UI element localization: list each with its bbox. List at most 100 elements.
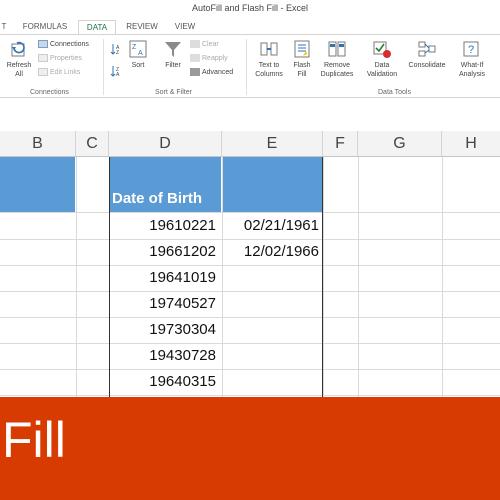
remove-duplicates-icon <box>328 41 346 57</box>
properties-icon <box>38 54 48 63</box>
refresh-all-label: Refresh All <box>6 62 32 78</box>
flash-fill-button[interactable]: Flash Fill <box>290 39 314 79</box>
group-separator <box>246 39 247 95</box>
sort-button[interactable]: Z A Sort <box>126 39 150 70</box>
tab-view[interactable]: VIEW <box>168 20 202 34</box>
properties-label: Properties <box>50 55 82 62</box>
column-header-f[interactable]: F <box>323 131 358 157</box>
column-header-d[interactable]: D <box>109 131 222 157</box>
svg-text:A: A <box>138 50 143 57</box>
tab-insert[interactable]: T <box>0 20 8 34</box>
gridline <box>323 157 324 397</box>
advanced-label: Advanced <box>202 69 234 76</box>
gridline <box>76 157 77 397</box>
title-bar: AutoFill and Flash Fill - Excel <box>0 0 500 18</box>
banner-title: Fill <box>2 412 66 468</box>
edit-links-button[interactable]: Edit Links <box>38 68 80 78</box>
connections-icon <box>38 40 48 49</box>
ribbon-tabs: T FORMULAS DATA REVIEW VIEW <box>0 18 500 34</box>
cell-e-2[interactable]: 12/02/1966 <box>223 243 319 260</box>
gridline <box>0 291 500 292</box>
cell-d-5[interactable]: 19730304 <box>110 321 216 338</box>
sort-az-button[interactable]: AZ <box>110 43 124 55</box>
cell-e-1[interactable]: 02/21/1961 <box>223 217 319 234</box>
column-header-g[interactable]: G <box>358 131 442 157</box>
what-if-analysis-button[interactable]: ? What-If Analysis <box>452 39 492 79</box>
flash-fill-icon <box>294 40 310 58</box>
sort-descending-icon: ZA <box>110 66 120 77</box>
table-header-cell-d[interactable]: Date of Birth <box>110 157 221 212</box>
connections-group-label: Connections <box>30 89 69 96</box>
gridline <box>0 265 500 266</box>
filter-icon <box>165 42 181 57</box>
window-title: AutoFill and Flash Fill - Excel <box>191 3 309 13</box>
sort-filter-group-label: Sort & Filter <box>155 89 192 96</box>
edit-links-label: Edit Links <box>50 69 81 76</box>
cell-d-3[interactable]: 19641019 <box>110 269 216 286</box>
group-separator <box>103 39 104 95</box>
cell-d-1[interactable]: 19610221 <box>110 217 216 234</box>
gridline <box>0 317 500 318</box>
connections-button[interactable]: Connections <box>38 40 89 50</box>
gridline <box>0 369 500 370</box>
filter-label: Filter <box>165 62 181 69</box>
gridline <box>0 343 500 344</box>
table-header-cell-b[interactable] <box>0 157 75 212</box>
column-header-c[interactable]: C <box>76 131 109 157</box>
reapply-label: Reapply <box>202 55 228 62</box>
data-tools-group-label: Data Tools <box>378 89 411 96</box>
sort-icon: Z A <box>129 40 147 58</box>
title-banner: Fill <box>0 397 500 500</box>
table-border-right <box>322 157 323 397</box>
svg-text:Z: Z <box>116 50 119 55</box>
gridline <box>442 157 443 397</box>
text-to-columns-button[interactable]: Text to Columns <box>250 39 288 79</box>
edit-links-icon <box>38 68 48 77</box>
svg-text:A: A <box>116 72 120 77</box>
tab-formulas[interactable]: FORMULAS <box>18 20 72 34</box>
table-header-cell-e[interactable] <box>223 157 322 212</box>
reapply-button[interactable]: Reapply <box>190 54 228 64</box>
tab-review[interactable]: REVIEW <box>122 20 162 34</box>
consolidate-button[interactable]: Consolidate <box>404 39 450 70</box>
connections-label: Connections <box>50 41 89 48</box>
date-of-birth-header: Date of Birth <box>112 190 202 207</box>
filter-button[interactable]: Filter <box>160 39 186 70</box>
clear-label: Clear <box>202 41 219 48</box>
cell-d-4[interactable]: 19740527 <box>110 295 216 312</box>
ribbon: Refresh All Connections Properties Edit … <box>0 34 500 98</box>
text-to-columns-label: Text to Columns <box>255 62 283 78</box>
svg-text:Z: Z <box>132 44 137 51</box>
advanced-button[interactable]: Advanced <box>190 68 233 78</box>
clear-filter-icon <box>190 40 200 49</box>
data-validation-label: Data Validation <box>366 62 398 78</box>
sort-ascending-icon: AZ <box>110 44 120 55</box>
flash-fill-label: Flash Fill <box>293 62 311 78</box>
gridline <box>0 395 500 396</box>
gridline <box>0 239 500 240</box>
sort-label: Sort <box>131 62 145 69</box>
refresh-all-button[interactable]: Refresh All <box>4 39 34 79</box>
gridline <box>358 157 359 397</box>
refresh-icon <box>11 41 25 57</box>
cell-d-7[interactable]: 19640315 <box>110 373 216 390</box>
cell-d-6[interactable]: 19430728 <box>110 347 216 364</box>
column-header-b[interactable]: B <box>0 131 76 157</box>
remove-duplicates-button[interactable]: Remove Duplicates <box>317 39 357 79</box>
sort-za-button[interactable]: ZA <box>110 65 124 77</box>
consolidate-icon <box>418 41 436 57</box>
column-header-e[interactable]: E <box>222 131 323 157</box>
tab-data[interactable]: DATA <box>78 20 116 34</box>
data-validation-button[interactable]: Data Validation <box>360 39 404 79</box>
svg-text:?: ? <box>468 44 474 56</box>
cell-d-2[interactable]: 19661202 <box>110 243 216 260</box>
clear-button[interactable]: Clear <box>190 40 219 50</box>
gridline <box>0 212 500 213</box>
what-if-analysis-icon: ? <box>463 41 479 57</box>
text-to-columns-icon <box>260 42 278 56</box>
column-header-h[interactable]: H <box>442 131 500 157</box>
reapply-icon <box>190 54 200 63</box>
advanced-filter-icon <box>190 68 200 77</box>
what-if-analysis-label: What-If Analysis <box>458 62 486 78</box>
properties-button[interactable]: Properties <box>38 54 82 64</box>
